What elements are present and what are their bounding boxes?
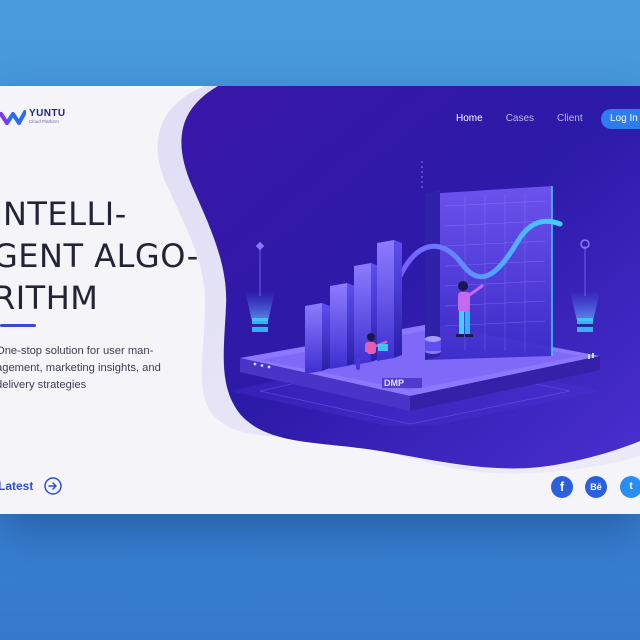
latest-link[interactable]: Latest	[0, 477, 63, 495]
description-line: One-stop solution for user man-	[0, 345, 154, 357]
headline-line: RITHM	[0, 279, 99, 317]
latest-label: Latest	[0, 479, 34, 493]
brand-name: YUNTU	[29, 108, 66, 119]
hero-description: One-stop solution for user man- agement,…	[0, 343, 201, 394]
behance-icon[interactable]: Bē	[585, 476, 607, 498]
facebook-icon[interactable]: f	[551, 476, 573, 498]
nav-client[interactable]: Client	[557, 113, 583, 124]
description-line: agement, marketing insights, and	[0, 362, 161, 374]
headline-line: INTELLI-	[0, 195, 127, 233]
twitter-icon[interactable]: t	[620, 476, 640, 498]
platform-label: DMP	[384, 378, 404, 388]
dmp-illustration: DMP	[230, 161, 600, 426]
landing-card: YUNTU Cloud Platform Home Cases Client L…	[0, 86, 640, 514]
headline-underline	[0, 324, 36, 327]
arrow-right-icon[interactable]	[44, 477, 63, 495]
hero-headline: INTELLI- GENT ALGO- RITHM	[0, 193, 199, 319]
login-button[interactable]: Log In	[601, 109, 640, 129]
headline-line: GENT ALGO-	[0, 237, 199, 275]
nav-cases[interactable]: Cases	[506, 113, 534, 124]
brand-logo[interactable]: YUNTU Cloud Platform	[0, 106, 65, 128]
top-nav: Home Cases Client	[456, 113, 606, 124]
description-line: delivery strategies	[0, 379, 87, 391]
brand-tagline: Cloud Platform	[29, 119, 59, 124]
nav-home[interactable]: Home	[456, 113, 483, 124]
logo-icon	[0, 110, 26, 125]
